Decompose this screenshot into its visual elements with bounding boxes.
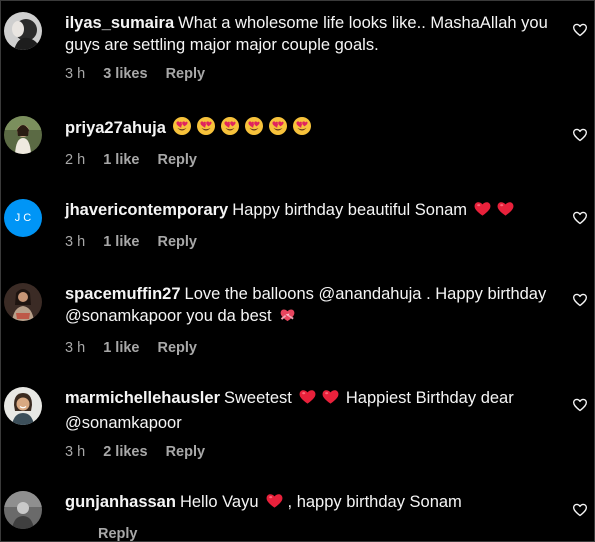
comment-meta: 3 h 1 like Reply <box>65 234 549 252</box>
smiling-face-with-heart-eyes-icon <box>268 116 288 142</box>
avatar-photo-icon <box>4 491 42 529</box>
smiling-face-with-heart-eyes-icon <box>220 116 240 142</box>
comment-likes[interactable]: 1 like <box>103 340 139 356</box>
reply-button[interactable]: Reply <box>158 340 198 356</box>
heart-with-ribbon-icon <box>278 305 297 330</box>
like-heart-icon[interactable] <box>572 397 588 413</box>
avatar[interactable] <box>4 283 42 321</box>
comment-time: 2 h <box>65 152 86 168</box>
comment-likes[interactable]: 2 likes <box>103 444 147 460</box>
comment-username[interactable]: spacemuffin27 <box>65 285 181 303</box>
avatar-initials: J C <box>14 212 32 224</box>
comment-text-part1: Sweetest <box>224 389 292 407</box>
like-heart-icon[interactable] <box>572 292 588 308</box>
comment-text-block: jhavericontemporary Happy birthday beauti… <box>65 199 549 224</box>
comment-time: 3 h <box>65 340 86 356</box>
comments-panel: ilyas_sumaira What a wholesome life looks… <box>0 0 595 542</box>
red-heart-icon <box>298 387 317 412</box>
comment-text-block: ilyas_sumaira What a wholesome life looks… <box>65 12 549 56</box>
comment-username[interactable]: gunjanhassan <box>65 493 176 511</box>
red-heart-icon <box>321 387 340 412</box>
red-heart-icon <box>473 199 492 224</box>
comment-meta: 3 h 3 likes Reply <box>65 66 549 84</box>
comment-text-part1: Hello Vayu <box>179 493 259 511</box>
avatar-photo-icon <box>4 116 42 154</box>
comment-time: 3 h <box>65 66 86 82</box>
comment-username[interactable]: jhavericontemporary <box>65 201 228 219</box>
comment-content: spacemuffin27 Love the balloons @anandahu… <box>65 283 549 358</box>
avatar[interactable] <box>4 387 42 425</box>
comment-meta: 3 h 2 likes Reply <box>65 444 549 462</box>
like-heart-icon[interactable] <box>572 127 588 143</box>
comment-meta: Reply <box>65 526 549 541</box>
avatar-photo-icon <box>4 283 42 321</box>
smiling-face-with-heart-eyes-icon <box>244 116 264 142</box>
comment-meta: 3 h 1 like Reply <box>65 340 549 358</box>
comment-text-block: priya27ahuja <box>65 116 549 142</box>
reply-button[interactable]: Reply <box>98 526 138 541</box>
comment-text-block: spacemuffin27 Love the balloons @anandahu… <box>65 283 549 330</box>
smiling-face-with-heart-eyes-icon <box>196 116 216 142</box>
smiling-face-with-heart-eyes-icon <box>172 116 192 142</box>
comment-content: jhavericontemporary Happy birthday beauti… <box>65 199 549 252</box>
comment-content: gunjanhassan Hello Vayu , happy birthday S… <box>65 491 549 541</box>
comment-content: ilyas_sumaira What a wholesome life looks… <box>65 12 549 84</box>
comment-text-block: marmichellehausler Sweetest Happiest Birth… <box>65 387 549 434</box>
avatar-photo-icon <box>4 12 42 50</box>
comment-content: priya27ahuja 2 h 1 like Reply <box>65 116 549 170</box>
red-heart-icon <box>496 199 515 224</box>
reply-button[interactable]: Reply <box>158 234 198 250</box>
comment-time: 3 h <box>65 234 86 250</box>
comment-username[interactable]: marmichellehausler <box>65 389 220 407</box>
smiling-face-with-heart-eyes-icon <box>292 116 312 142</box>
like-heart-icon[interactable] <box>572 210 588 226</box>
comment-content: marmichellehausler Sweetest Happiest Birth… <box>65 387 549 462</box>
avatar[interactable]: J C <box>4 199 42 237</box>
comment-text: Happy birthday beautiful Sonam <box>232 201 468 219</box>
comment-text-block: gunjanhassan Hello Vayu , happy birthday S… <box>65 491 549 516</box>
comment-likes[interactable]: 1 like <box>103 152 139 168</box>
comment-username[interactable]: ilyas_sumaira <box>65 14 174 32</box>
comment-text-part2: , happy birthday Sonam <box>287 493 462 511</box>
reply-button[interactable]: Reply <box>158 152 198 168</box>
avatar[interactable] <box>4 491 42 529</box>
red-heart-icon <box>265 491 284 516</box>
comment-meta: 2 h 1 like Reply <box>65 152 549 170</box>
like-heart-icon[interactable] <box>572 22 588 38</box>
like-heart-icon[interactable] <box>572 502 588 518</box>
avatar[interactable] <box>4 12 42 50</box>
comment-likes[interactable]: 3 likes <box>103 66 147 82</box>
comment-time: 3 h <box>65 444 86 460</box>
avatar-photo-icon <box>4 387 42 425</box>
avatar[interactable] <box>4 116 42 154</box>
reply-button[interactable]: Reply <box>166 444 206 460</box>
comment-username[interactable]: priya27ahuja <box>65 119 166 137</box>
reply-button[interactable]: Reply <box>166 66 206 82</box>
comment-likes[interactable]: 1 like <box>103 234 139 250</box>
